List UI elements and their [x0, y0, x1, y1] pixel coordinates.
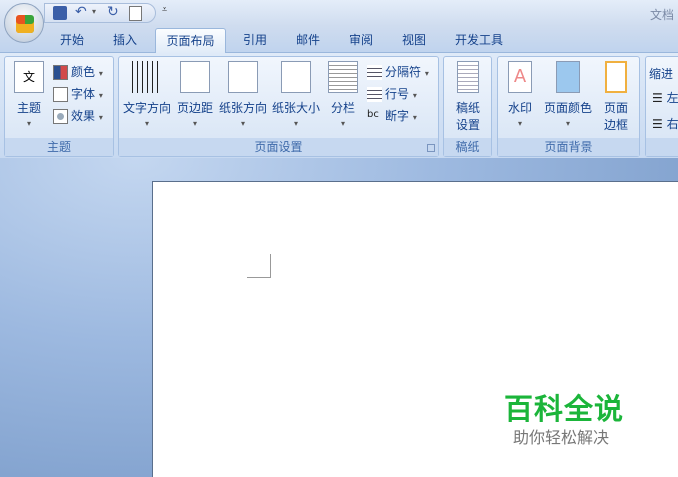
- watermark-icon: A: [508, 61, 532, 93]
- window-title: 文档: [650, 8, 675, 22]
- print-preview-icon[interactable]: [129, 6, 142, 21]
- size-button[interactable]: 纸张大小 ▾: [270, 61, 322, 128]
- group-theme: 文 主题 ▾ 颜色 ▾ 字体 ▾ 效果 ▾ 主题: [4, 56, 114, 157]
- colors-icon: [53, 65, 68, 80]
- customize-qat-icon[interactable]: ⩡: [162, 5, 167, 15]
- margins-button[interactable]: 页边距 ▾: [175, 61, 215, 128]
- columns-icon: [328, 61, 358, 93]
- title-bar: ↶ ▾ ↻ ⩡ 文档: [0, 0, 678, 43]
- group-page-background: A 水印 ▾ 页面颜色 ▾ 页面 边框 页面背景: [497, 56, 640, 157]
- office-logo-icon: [16, 15, 34, 33]
- undo-icon[interactable]: ↶: [75, 4, 87, 20]
- tab-home[interactable]: 开始: [52, 28, 92, 53]
- redo-icon[interactable]: ↻: [107, 4, 119, 20]
- watermark-title: 百科全说: [504, 392, 625, 426]
- tab-developer[interactable]: 开发工具: [449, 28, 509, 53]
- text-direction-icon: [132, 61, 162, 93]
- breaks-button[interactable]: 分隔符 ▾: [367, 63, 429, 80]
- group-label: 页面设置: [119, 138, 438, 156]
- page-borders-icon: [605, 61, 627, 93]
- tab-page-layout[interactable]: 页面布局: [155, 28, 226, 53]
- tab-insert[interactable]: 插入: [105, 28, 145, 53]
- indent-right-icon: ☰: [652, 117, 663, 131]
- indent-right-field[interactable]: ☰ 右: [652, 115, 678, 132]
- save-icon[interactable]: [53, 6, 67, 20]
- tab-references[interactable]: 引用: [235, 28, 275, 53]
- ribbon: 文 主题 ▾ 颜色 ▾ 字体 ▾ 效果 ▾ 主题 文字方向 ▾ 页边距 ▾ 纸张方向 ▾…: [0, 52, 678, 158]
- theme-effects-button[interactable]: 效果 ▾: [53, 107, 103, 124]
- quick-access-toolbar: ↶ ▾ ↻: [44, 3, 156, 23]
- hyphenation-icon: bc: [367, 109, 379, 120]
- hyphenation-button[interactable]: bc 断字 ▾: [367, 107, 417, 124]
- office-button[interactable]: [4, 3, 44, 43]
- size-icon: [281, 61, 311, 93]
- breaks-icon: [367, 65, 382, 80]
- indent-label: 缩进: [649, 67, 674, 81]
- group-label: [646, 138, 678, 156]
- theme-fonts-button[interactable]: 字体 ▾: [53, 85, 103, 102]
- theme-colors-button[interactable]: 颜色 ▾: [53, 63, 103, 80]
- line-numbers-icon: [367, 87, 382, 102]
- watermark-button[interactable]: A 水印 ▾: [502, 61, 538, 128]
- margins-icon: [180, 61, 210, 93]
- themes-button[interactable]: 文 主题 ▾: [11, 61, 47, 128]
- group-label: 稿纸: [444, 138, 491, 156]
- tab-mailings[interactable]: 邮件: [288, 28, 328, 53]
- columns-button[interactable]: 分栏 ▾: [326, 61, 360, 128]
- fonts-icon: [53, 87, 68, 102]
- group-label: 主题: [5, 138, 113, 156]
- group-page-setup: 文字方向 ▾ 页边距 ▾ 纸张方向 ▾ 纸张大小 ▾ 分栏 ▾ 分隔符 ▾ 行号 ▾ bc…: [118, 56, 439, 157]
- ribbon-tabs: [0, 26, 678, 53]
- page-color-button[interactable]: 页面颜色 ▾: [542, 61, 594, 128]
- undo-dropdown-icon[interactable]: ▾: [92, 7, 96, 16]
- group-draft: 稿纸 设置 稿纸: [443, 56, 492, 157]
- page-color-icon: [556, 61, 580, 93]
- effects-icon: [53, 109, 68, 124]
- dialog-launcher-icon[interactable]: [427, 144, 435, 152]
- indent-left-field[interactable]: ☰ 左: [652, 89, 678, 106]
- themes-icon: 文: [14, 61, 44, 93]
- orientation-button[interactable]: 纸张方向 ▾: [217, 61, 269, 128]
- group-paragraph: 缩进 ☰ 左 ☰ 右: [645, 56, 678, 157]
- tab-view[interactable]: 视图: [394, 28, 434, 53]
- text-direction-button[interactable]: 文字方向 ▾: [121, 61, 173, 128]
- tab-review[interactable]: 审阅: [341, 28, 381, 53]
- indent-left-icon: ☰: [652, 91, 663, 105]
- line-numbers-button[interactable]: 行号 ▾: [367, 85, 417, 102]
- orientation-icon: [228, 61, 258, 93]
- draft-paper-icon: [457, 61, 479, 93]
- page-borders-button[interactable]: 页面 边框: [598, 61, 634, 133]
- group-label: 页面背景: [498, 138, 639, 156]
- draft-setup-button[interactable]: 稿纸 设置: [448, 61, 488, 133]
- margin-corner-mark: [247, 254, 271, 278]
- watermark-subtitle: 助你轻松解决: [513, 428, 610, 447]
